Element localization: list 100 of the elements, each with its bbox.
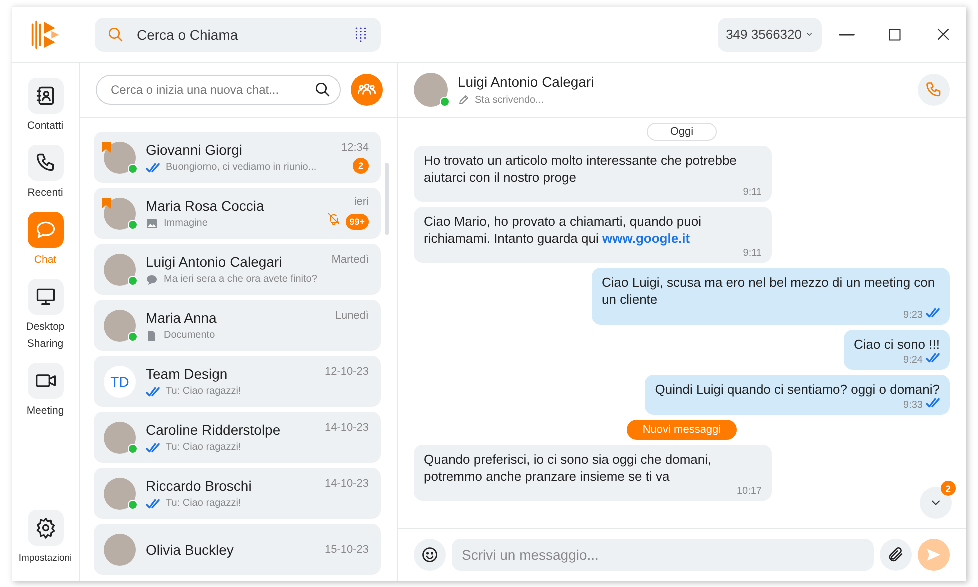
typing-status: Sta scrivendo...: [475, 94, 544, 106]
date-separator: Oggi: [647, 123, 717, 141]
message-preview: Documento: [164, 330, 216, 341]
chat-list-item[interactable]: TD Team Design Tu: Ciao ragazzi! 12-10-23: [94, 356, 381, 407]
muted-bell-icon: [326, 212, 341, 226]
message-preview: Immagine: [164, 218, 208, 229]
emoji-button[interactable]: [414, 539, 446, 571]
document-icon: [146, 330, 158, 342]
contact-name: Giovanni Giorgi: [146, 142, 244, 158]
double-check-icon: [146, 498, 160, 508]
message-time: 9:23: [904, 308, 923, 322]
message-preview: Tu: Ciao ragazzi!: [166, 442, 242, 453]
chat-time: 14-10-23: [324, 422, 369, 434]
avatar-placeholder: [104, 534, 136, 566]
contact-name: Olivia Buckley: [146, 542, 235, 558]
chat-time: 12-10-23: [324, 366, 369, 378]
chat-time: 15-10-23: [324, 544, 369, 556]
avatar-placeholder: [104, 422, 136, 454]
settings-button[interactable]: Impostazioni: [12, 510, 78, 567]
double-check-icon: [926, 398, 940, 408]
contact-name: Maria Rosa Coccia: [146, 198, 266, 214]
chat-list-item[interactable]: Caroline Ridderstolpe Tu: Ciao ragazzi! 14-10-23: [94, 412, 381, 463]
dialpad-icon: [353, 26, 369, 42]
send-icon: [925, 546, 943, 564]
chat-list-item[interactable]: Giovanni Giorgi Buongiorno, ci vediamo in riunio... 12:34 2: [94, 132, 381, 183]
search-icon: [314, 81, 332, 99]
message-input[interactable]: Scrivi un messaggio...: [452, 539, 874, 571]
phone-icon: [34, 152, 56, 174]
scroll-down-button[interactable]: [920, 487, 952, 519]
new-group-button[interactable]: [351, 74, 383, 106]
message-text: Ho trovato un articolo molto interessante che potrebbe aiutarci con il nostro proge: [424, 152, 738, 186]
maximize-icon: [888, 28, 902, 42]
close-icon: [936, 27, 950, 42]
monitor-icon: [34, 286, 56, 308]
nav-item[interactable]: Recenti: [12, 145, 78, 202]
double-check-icon: [146, 442, 160, 452]
message-text: Quando preferisci, io ci sono sia oggi che domani, potremmo anche pranzare insieme se ti va: [424, 451, 713, 485]
message-text: Ciao ci sono !!!: [854, 336, 940, 353]
nav-item[interactable]: Contatti: [12, 78, 78, 135]
avatar-placeholder: [414, 73, 448, 107]
message-time: 9:33: [904, 398, 923, 412]
chat-search-box[interactable]: Cerca o inizia una nuova chat...: [96, 75, 341, 105]
send-button[interactable]: [918, 539, 950, 571]
settings-icon: [34, 517, 56, 539]
message-text: Ciao Mario, ho provato a chiamarti, quando puoi richiamami. Intanto guarda qui www.google.it: [424, 213, 702, 247]
initials-avatar: TD: [104, 366, 136, 398]
contact-book-icon: [34, 85, 56, 107]
message-text: Quindi Luigi quando ci sentiamo? oggi o domani?: [655, 381, 940, 398]
avatar-placeholder: [104, 478, 136, 510]
contact-name: Maria Anna: [146, 310, 218, 326]
minimize-icon: [839, 34, 855, 36]
message-time: 10:17: [736, 485, 762, 498]
speech-bubble-icon: [146, 274, 158, 286]
phone-number-selector[interactable]: 349 3566320: [718, 18, 822, 52]
chat-list-item[interactable]: Olivia Buckley 15-10-23: [94, 524, 381, 575]
chat-bubble-icon: [34, 219, 56, 241]
nav-item[interactable]: Meeting: [12, 363, 78, 420]
chat-time: Martedì: [332, 254, 369, 266]
message-text: Ciao Luigi, scusa ma ero nel bel mezzo di un meeting con un cliente: [602, 274, 936, 308]
attach-button[interactable]: [880, 539, 912, 571]
global-search-field[interactable]: Cerca o Chiama: [135, 26, 343, 44]
message-time: 9:11: [743, 247, 762, 260]
avatar-placeholder: [104, 254, 136, 286]
call-button[interactable]: [918, 74, 950, 106]
message-time: 9:11: [743, 186, 762, 199]
message-preview: Tu: Ciao ragazzi!: [166, 386, 242, 397]
chat-list-item[interactable]: Maria Anna Documento Lunedì: [94, 300, 381, 351]
contact-name: Luigi Antonio Calegari: [146, 254, 284, 270]
double-check-icon: [926, 353, 940, 363]
unread-badge: 99+: [346, 214, 369, 230]
contact-name: Caroline Ridderstolpe: [146, 422, 282, 438]
scrollbar[interactable]: [385, 163, 389, 235]
paperclip-icon: [887, 546, 905, 564]
chat-time: 12:34: [341, 142, 369, 154]
link[interactable]: www.google.it: [602, 231, 690, 246]
unread-badge: 2: [941, 481, 956, 496]
chevron-down-icon: [805, 30, 814, 39]
message-preview: Tu: Ciao ragazzi!: [166, 498, 242, 509]
contact-name: Riccardo Broschi: [146, 478, 253, 494]
nav-item[interactable]: Desktop Sharing: [12, 279, 78, 353]
search-icon: [107, 26, 125, 44]
double-check-icon: [146, 162, 160, 172]
conversation-title: Luigi Antonio Calegari: [458, 74, 596, 90]
chat-list-item[interactable]: Luigi Antonio Calegari Ma ieri sera a che ora avete finito? Martedì: [94, 244, 381, 295]
pencil-icon: [458, 94, 470, 106]
chat-time: ieri: [354, 196, 369, 208]
smiley-icon: [421, 546, 439, 564]
chat-list-item[interactable]: Maria Rosa Coccia Immagine ieri 99+: [94, 188, 381, 239]
unread-badge: 2: [353, 158, 369, 174]
phone-icon: [925, 81, 943, 99]
bookmark-icon: [102, 198, 111, 208]
message-time: 9:24: [904, 354, 923, 366]
double-check-icon: [146, 386, 160, 396]
global-search-box[interactable]: Cerca o Chiama: [95, 18, 381, 52]
avatar-placeholder: [104, 310, 136, 342]
bookmark-icon: [102, 142, 111, 152]
message-preview: Ma ieri sera a che ora avete finito?: [164, 274, 318, 285]
chat-list-item[interactable]: Riccardo Broschi Tu: Ciao ragazzi! 14-10-23: [94, 468, 381, 519]
message-preview: Buongiorno, ci vediamo in riunio...: [166, 162, 317, 173]
avatar-placeholder: [104, 142, 136, 174]
